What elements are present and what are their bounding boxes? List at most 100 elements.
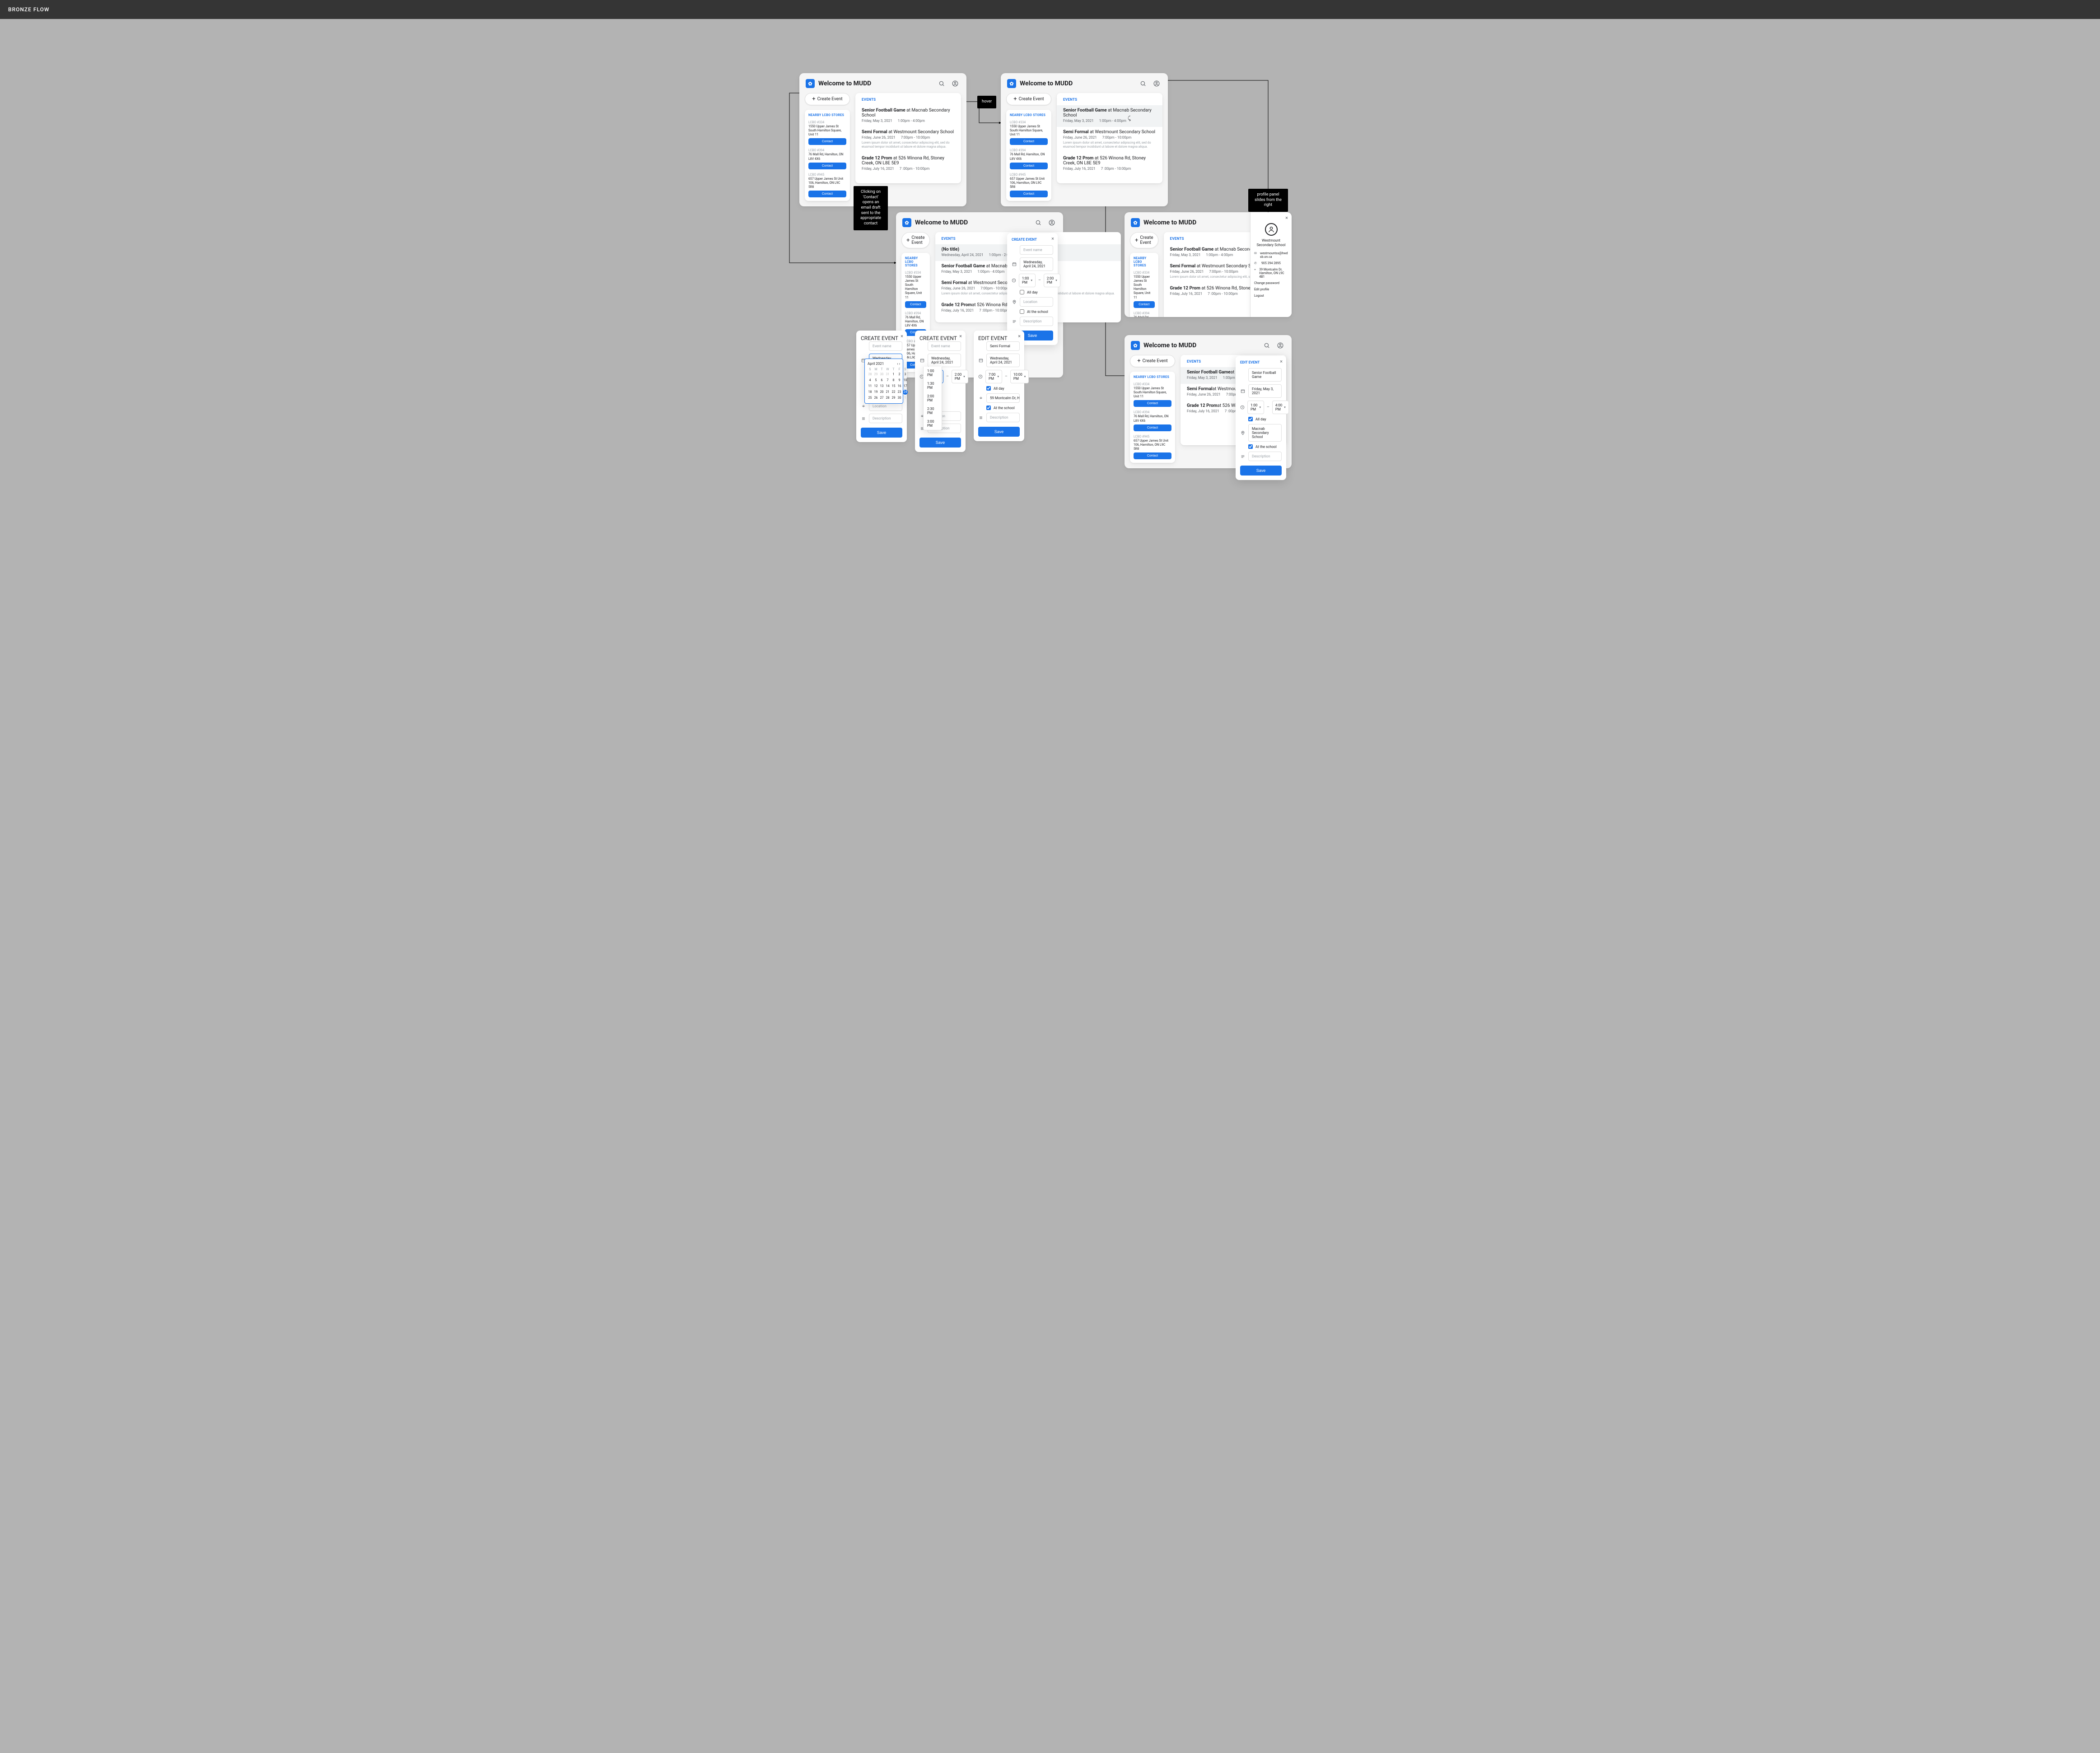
start-time-select[interactable]: 7:00 PM▾: [985, 370, 1002, 383]
save-button[interactable]: Save: [919, 438, 961, 448]
close-icon[interactable]: ×: [1285, 215, 1288, 221]
screen-dashboard-profile: ✿ Welcome to MUDD +Create Event NEARBY L…: [1125, 212, 1292, 317]
description-input[interactable]: Description: [986, 413, 1020, 422]
calendar-popover[interactable]: April 2021‹ › SMTWTFS2829303112345678910…: [864, 359, 903, 404]
close-icon[interactable]: ×: [959, 333, 962, 339]
time-option[interactable]: 2:00 PM: [924, 392, 942, 405]
description-input[interactable]: Description: [869, 414, 902, 423]
create-event-button[interactable]: +Create Event: [1006, 93, 1051, 105]
date-input[interactable]: Wednesday, April 24, 2021: [986, 354, 1020, 367]
contact-button[interactable]: Contact: [808, 163, 846, 169]
calendar-grid[interactable]: SMTWTFS282930311234567891011121314151617…: [868, 368, 900, 401]
event-item-hovered[interactable]: Senior Football Game at Macnab Secondary…: [1057, 105, 1162, 127]
logout-link[interactable]: Logout: [1254, 294, 1288, 298]
event-name-input[interactable]: Senior Football Game: [1248, 368, 1282, 382]
end-time-select[interactable]: 2:00 PM▾: [952, 370, 968, 383]
allday-checkbox[interactable]: All day: [986, 386, 1004, 391]
contact-button[interactable]: Contact: [1134, 424, 1171, 431]
location-input[interactable]: 59 Montcalm Dr, Hamilton, ON L9C 4B1: [986, 393, 1020, 403]
close-icon[interactable]: ×: [1051, 236, 1054, 242]
save-button[interactable]: Save: [1240, 466, 1282, 476]
nearby-stores-heading: NEARBY LCBO STORES: [1134, 375, 1171, 379]
edit-profile-link[interactable]: Edit profile: [1254, 288, 1288, 291]
location-icon: [1240, 431, 1246, 435]
prev-month-icon[interactable]: ‹: [897, 362, 898, 366]
at-school-checkbox[interactable]: At the school: [986, 406, 1015, 410]
contact-button[interactable]: Contact: [1134, 301, 1155, 308]
event-item[interactable]: Grade 12 Prom at 526 Winona Rd, Stoney C…: [1063, 153, 1156, 175]
time-option[interactable]: 1:00 PM: [924, 367, 942, 379]
save-button[interactable]: Save: [978, 427, 1020, 437]
location-input[interactable]: Location: [1020, 297, 1053, 307]
contact-button[interactable]: Contact: [808, 191, 846, 197]
calendar-icon: [978, 358, 984, 363]
allday-checkbox[interactable]: All day: [1248, 417, 1266, 421]
create-event-button[interactable]: +Create Event: [1130, 232, 1158, 248]
description-input[interactable]: Description: [1020, 317, 1053, 326]
event-name-input[interactable]: Semi Formal: [986, 341, 1020, 351]
event-name-input[interactable]: Event name: [1020, 245, 1053, 255]
profile-icon[interactable]: [950, 79, 960, 89]
end-time-select[interactable]: 4:00 PM▾: [1272, 401, 1289, 414]
calendar-icon: [1240, 389, 1246, 393]
location-input[interactable]: Macnab Secondary School: [1248, 424, 1282, 442]
event-item[interactable]: Grade 12 Prom at 526 Winona Rd, Stoney C…: [862, 153, 955, 175]
at-school-checkbox[interactable]: At the school: [1020, 309, 1048, 314]
allday-checkbox[interactable]: All day: [1020, 290, 1038, 294]
search-icon[interactable]: [937, 79, 947, 89]
start-time-select[interactable]: 1:00 PM▾: [1247, 401, 1264, 414]
description-input[interactable]: Description: [1248, 452, 1282, 461]
search-icon[interactable]: [1138, 79, 1148, 89]
event-item[interactable]: Senior Football Game at Macnab Secondary…: [862, 105, 955, 127]
time-option[interactable]: 2:30 PM: [924, 405, 942, 417]
contact-button[interactable]: Contact: [1134, 452, 1171, 459]
event-item[interactable]: Semi Formal at Westmount Secondary Schoo…: [862, 127, 955, 153]
start-time-select[interactable]: 1:00 PM▾: [1019, 274, 1036, 287]
store-item: LCBO #945657 Upper James St Unit 106, Ha…: [808, 173, 846, 197]
at-school-checkbox[interactable]: At the school: [1248, 444, 1277, 449]
app-logo: ✿: [806, 79, 815, 88]
next-month-icon[interactable]: ›: [899, 362, 900, 366]
close-icon[interactable]: ×: [1018, 333, 1021, 339]
profile-icon[interactable]: [1152, 79, 1162, 89]
annotation-hover: hover: [977, 96, 996, 108]
date-input[interactable]: Wednesday, April 24, 2021: [928, 354, 961, 367]
page-header: BRONZE FLOW: [0, 0, 2100, 19]
end-time-select[interactable]: 2:00 PM▾: [1044, 274, 1060, 287]
contact-button[interactable]: Contact: [808, 138, 846, 145]
date-input[interactable]: Friday, May 3, 2021: [1248, 384, 1282, 398]
profile-icon[interactable]: [1047, 218, 1057, 228]
time-option[interactable]: 1:30 PM: [924, 379, 942, 392]
notes-icon: [1240, 454, 1246, 459]
app-logo: ✿: [1007, 79, 1016, 88]
contact-button[interactable]: Contact: [1010, 191, 1048, 197]
search-icon[interactable]: [1262, 340, 1272, 350]
close-icon[interactable]: ×: [901, 333, 903, 339]
event-name-input[interactable]: Event name: [869, 341, 902, 351]
time-option[interactable]: 3:00 PM: [924, 417, 942, 430]
nearby-stores-heading: NEARBY LCBO STORES: [905, 256, 926, 267]
flow-canvas: ✿ Welcome to MUDD +Create Event NEARBY L…: [768, 19, 1332, 475]
avatar-icon: [1265, 223, 1278, 236]
date-input[interactable]: Wednesday, April 24, 2021: [1020, 257, 1053, 271]
time-dropdown[interactable]: 1:00 PM1:30 PM2:00 PM2:30 PM3:00 PM: [923, 367, 942, 430]
profile-panel: × Westmount Secondary School ✉westmounts…: [1250, 212, 1292, 317]
create-event-button[interactable]: +Create Event: [805, 93, 850, 105]
create-event-button[interactable]: +Create Event: [1130, 355, 1175, 367]
profile-school: Westmount Secondary School: [1254, 238, 1288, 247]
profile-icon[interactable]: [1275, 340, 1285, 350]
create-event-button[interactable]: +Create Event: [901, 232, 930, 248]
contact-button[interactable]: Contact: [905, 301, 926, 308]
change-password-link[interactable]: Change password: [1254, 281, 1288, 285]
event-name-input[interactable]: Event name: [928, 341, 961, 351]
contact-button[interactable]: Contact: [1010, 138, 1048, 145]
end-time-select[interactable]: 10:00 PM▾: [1010, 370, 1029, 383]
close-icon[interactable]: ×: [1280, 359, 1283, 364]
search-icon[interactable]: [1033, 218, 1043, 228]
notes-icon: ≡: [978, 415, 984, 421]
clock-icon: [1012, 278, 1016, 283]
contact-button[interactable]: Contact: [1134, 400, 1171, 407]
save-button[interactable]: Save: [861, 428, 902, 438]
contact-button[interactable]: Contact: [1010, 163, 1048, 169]
event-item[interactable]: Semi Formal at Westmount Secondary Schoo…: [1063, 127, 1156, 153]
